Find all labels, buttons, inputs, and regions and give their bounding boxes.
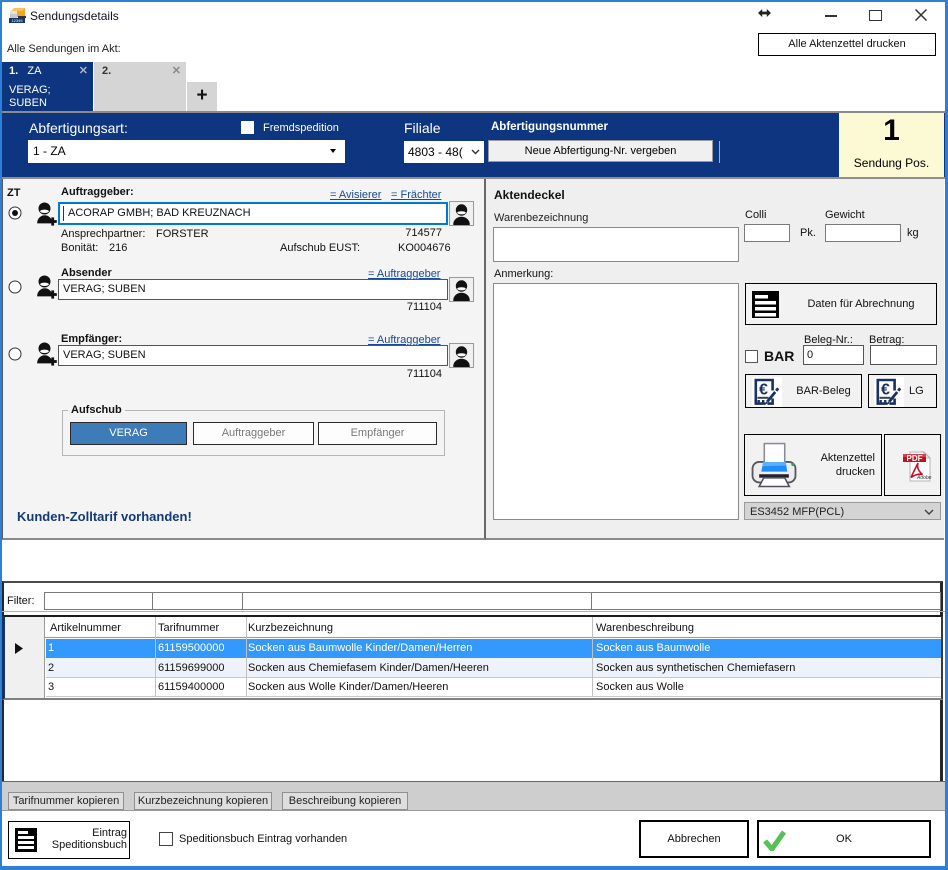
svg-text:PDF: PDF xyxy=(907,454,923,463)
svg-text:Adobe: Adobe xyxy=(916,475,932,481)
svg-text:€: € xyxy=(881,382,890,399)
svg-text:€: € xyxy=(759,382,768,399)
svg-text:12345: 12345 xyxy=(11,18,23,23)
